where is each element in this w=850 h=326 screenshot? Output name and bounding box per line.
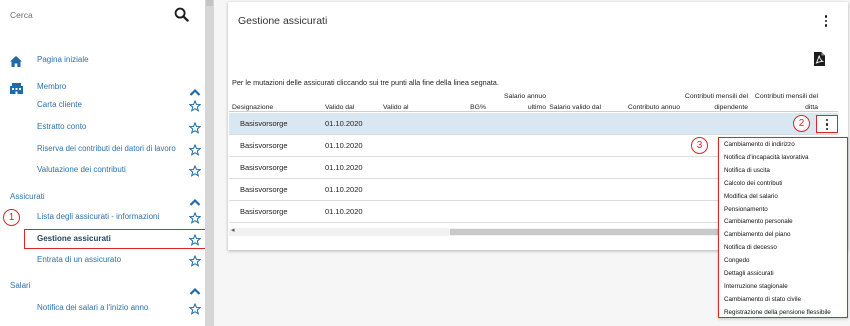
row-actions-button[interactable] [816,115,838,133]
sidebar-group-assicurati[interactable]: Assicurati [10,192,45,202]
sidebar-item-estratto-conto[interactable]: Estratto conto [37,122,86,132]
menu-item-cambiamento-personale[interactable]: Cambiamento personale [719,216,847,229]
home-icon [10,54,22,72]
menu-item-pensionamento[interactable]: Pensionamento [719,204,847,217]
menu-item-cambiamento-piano[interactable]: Cambiamento del piano [719,229,847,242]
chevron-up-icon[interactable] [189,193,201,211]
page-title: Gestione assicurati [238,15,328,27]
star-outline-icon[interactable] [188,143,202,161]
annotation-badge-1: 1 [3,209,20,226]
cell-valido-dal: 01.10.2020 [325,207,363,216]
cell-valido-dal: 01.10.2020 [325,185,363,194]
menu-item-notifica-decesso[interactable]: Notifica di decesso [719,242,847,255]
menu-item-cambiamento-stato-civile[interactable]: Cambiamento di stato civile [719,294,847,307]
star-outline-icon[interactable] [188,211,202,229]
kebab-menu-icon[interactable] [822,117,832,131]
star-outline-icon[interactable] [188,121,202,139]
scroll-left-arrow-icon[interactable]: ◂ [231,226,235,236]
sidebar-item-entrata-assicurato[interactable]: Entrata di un assicurato [37,255,121,265]
column-header-salario-annuo[interactable]: Salario annuo ultimo [490,91,546,113]
sidebar-scrollbar-thumb[interactable] [206,0,213,6]
sidebar-group-membro[interactable]: Membro [37,82,66,92]
kebab-menu-icon[interactable] [821,14,831,28]
cell-designazione: Basisvorsorge [240,119,288,128]
column-header-contributi-ditta[interactable]: Contributi mensili del ditta [746,91,818,113]
instruction-text: Per le mutazioni delle assicurati clicca… [232,78,499,87]
sidebar-item-home[interactable]: Pagina iniziale [37,55,89,65]
cell-valido-dal: 01.10.2020 [325,163,363,172]
cell-designazione: Basisvorsorge [240,141,288,150]
cell-designazione: Basisvorsorge [240,185,288,194]
star-outline-icon[interactable] [188,254,202,272]
table-header-divider [229,111,838,112]
building-icon [10,81,23,99]
menu-item-modifica-salario[interactable]: Modifica del salario [719,191,847,204]
star-outline-icon[interactable] [188,302,202,320]
search-input[interactable] [6,6,174,24]
menu-item-notifica-uscita[interactable]: Notifica di uscita [719,165,847,178]
sidebar-item-lista-assicurati[interactable]: Lista degli assicurati - informazioni [37,212,159,222]
sidebar-scrollbar[interactable] [205,0,214,326]
column-header-contributi-dipendente[interactable]: Contributi mensili del dipendente [668,91,748,113]
cell-designazione: Basisvorsorge [240,163,288,172]
sidebar-item-notifica-salari[interactable]: Notifica dei salari a l'inizio anno [37,303,148,313]
sidebar-group-salari[interactable]: Salari [10,281,30,291]
menu-item-dettagli-assicurati[interactable]: Dettagli assicurati [719,268,847,281]
cell-valido-dal: 01.10.2020 [325,119,363,128]
star-outline-icon[interactable] [188,164,202,182]
menu-item-pensione-flessibile[interactable]: Registrazione della pensione flessibile [719,307,847,320]
cell-valido-dal: 01.10.2020 [325,141,363,150]
sidebar-item-riserva-contributi[interactable]: Riserva dei contributi dei datori di lav… [37,144,176,154]
annotation-badge-3: 3 [691,137,708,154]
menu-item-calcolo-contributi[interactable]: Calcolo dei contributi [719,178,847,191]
menu-item-interruzione-stagionale[interactable]: Interruzione stagionale [719,281,847,294]
menu-item-congedo[interactable]: Congedo [719,255,847,268]
row-context-menu: Cambiamento di indirizzo Notifica d'inca… [718,137,848,318]
menu-item-notifica-incapacita[interactable]: Notifica d'incapacità lavorativa [719,152,847,165]
sidebar-item-valutazione-contributi[interactable]: Valutazione dei contributi [37,165,126,175]
search-icon[interactable] [174,7,189,27]
sidebar-item-carta-cliente[interactable]: Carta cliente [37,100,82,110]
sidebar-item-gestione-assicurati[interactable]: Gestione assicurati [37,234,111,244]
menu-item-cambiamento-indirizzo[interactable]: Cambiamento di indirizzo [719,139,847,152]
sidebar: Pagina iniziale Membro Carta cliente Est… [0,0,207,326]
table-row[interactable]: Basisvorsorge 01.10.2020 [229,113,838,135]
star-outline-icon[interactable] [188,99,202,117]
chevron-up-icon[interactable] [189,282,201,300]
cell-designazione: Basisvorsorge [240,207,288,216]
pdf-icon[interactable] [814,52,825,71]
star-outline-icon[interactable] [188,233,202,251]
annotation-badge-2: 2 [793,115,810,132]
